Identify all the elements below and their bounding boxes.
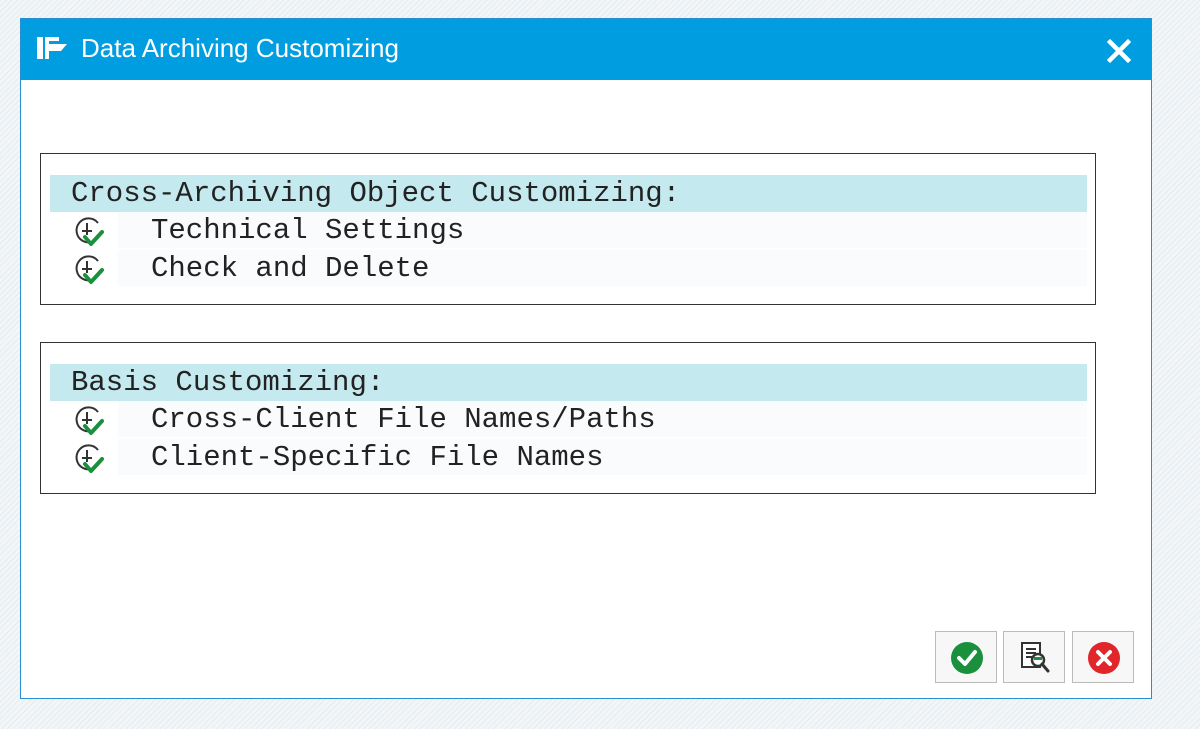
cancel-x-icon (1088, 642, 1120, 674)
execute-clock-check-icon (70, 214, 110, 248)
dialog-title: Data Archiving Customizing (81, 33, 399, 63)
menu-item-label: Cross-Client File Names/Paths (151, 403, 656, 436)
confirm-button[interactable] (935, 631, 997, 683)
close-button[interactable] (1105, 37, 1133, 65)
basis-customizing-group: Basis Customizing: Cross-Client File Nam… (40, 342, 1096, 494)
title-bar: Data Archiving Customizing (21, 19, 1151, 80)
menu-item-cross-client-file-names[interactable]: Cross-Client File Names/Paths (50, 401, 1087, 438)
execute-clock-check-icon (70, 252, 110, 286)
cross-archiving-group: Cross-Archiving Object Customizing: Tech… (40, 153, 1096, 305)
menu-item-client-specific-file-names[interactable]: Client-Specific File Names (50, 439, 1087, 476)
dialog-window: Data Archiving Customizing Cross-Archivi… (20, 18, 1152, 699)
menu-item-label: Check and Delete (151, 252, 430, 285)
menu-item-check-and-delete[interactable]: Check and Delete (50, 250, 1087, 287)
group-header: Cross-Archiving Object Customizing: (50, 175, 1087, 212)
execute-clock-check-icon (70, 403, 110, 437)
find-button[interactable] (1003, 631, 1065, 683)
menu-item-label: Client-Specific File Names (151, 441, 604, 474)
confirm-check-icon (951, 642, 983, 674)
dialog-flag-icon (37, 37, 67, 59)
execute-clock-check-icon (70, 441, 110, 475)
cancel-button[interactable] (1072, 631, 1134, 683)
menu-item-label: Technical Settings (151, 214, 465, 247)
close-icon (1106, 38, 1132, 64)
menu-item-technical-settings[interactable]: Technical Settings (50, 212, 1087, 249)
document-search-icon (1021, 642, 1050, 673)
group-header: Basis Customizing: (50, 364, 1087, 401)
